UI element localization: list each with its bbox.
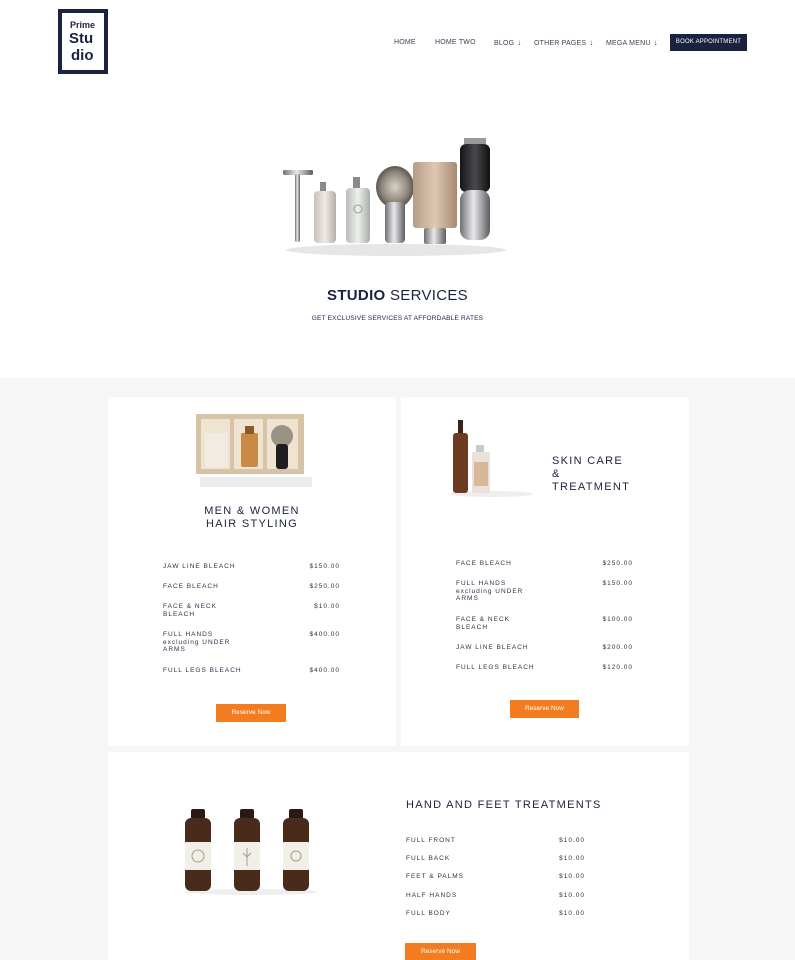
- service-price: $250.00: [309, 583, 340, 590]
- price-row: FULL LEGS BLEACH $120.00: [456, 664, 633, 672]
- service-price: $400.00: [309, 667, 340, 674]
- nav-home-two[interactable]: HOME TWO: [435, 36, 476, 50]
- price-row: FACE BLEACH $250.00: [456, 560, 633, 568]
- price-row: FACE & NECK BLEACH $10.00: [163, 603, 340, 618]
- reserve-now-button[interactable]: Reserve Now: [405, 943, 476, 960]
- logo-text-stu: Stu: [69, 30, 94, 47]
- price-row: HALF HANDS $10.00: [406, 892, 585, 900]
- nav-mega-menu[interactable]: MEGA MENU ↓: [606, 36, 658, 51]
- card-title: MEN & WOMEN HAIR STYLING: [108, 505, 396, 531]
- chevron-down-icon: ↓: [517, 38, 522, 47]
- service-price: $10.00: [559, 892, 585, 899]
- page-title: STUDIO SERVICES: [0, 287, 795, 304]
- nav-home[interactable]: HOME: [394, 36, 416, 50]
- price-row: FULL HANDS excluding UNDER ARMS $400.00: [163, 631, 340, 654]
- service-price: $120.00: [602, 664, 633, 671]
- site-logo[interactable]: Prime Stu dio: [58, 9, 108, 74]
- service-price: $100.00: [602, 616, 633, 623]
- service-card-hair-styling: MEN & WOMEN HAIR STYLING JAW LINE BLEACH…: [108, 397, 396, 746]
- nav-other-pages[interactable]: OTHER PAGES ↓: [534, 36, 593, 51]
- nav-blog[interactable]: BLOG ↓: [494, 36, 521, 51]
- service-card-hand-feet: HAND AND FEET TREATMENTS FULL FRONT $10.0…: [108, 752, 689, 960]
- price-row: FULL BACK $10.00: [406, 855, 585, 863]
- price-row: JAW LINE BLEACH $200.00: [456, 644, 633, 652]
- chevron-down-icon: ↓: [589, 38, 594, 47]
- service-name: FACE & NECK BLEACH: [163, 603, 217, 618]
- hero-grooming-products-image: [283, 138, 506, 256]
- skin-care-products-image: [450, 420, 534, 497]
- service-price: $10.00: [559, 910, 585, 917]
- service-price: $200.00: [602, 644, 633, 651]
- reserve-now-button[interactable]: Reserve Now: [216, 704, 286, 722]
- book-appointment-button[interactable]: BOOK APPOINTMENT: [670, 34, 747, 51]
- service-price: $150.00: [602, 580, 633, 587]
- card-title: SKIN CARE & TREATMENT: [552, 455, 637, 494]
- products-box-image: [196, 414, 312, 487]
- price-row: FACE BLEACH $250.00: [163, 583, 340, 591]
- service-price: $10.00: [559, 855, 585, 862]
- service-price: $250.00: [602, 560, 633, 567]
- service-price: $10.00: [559, 837, 585, 844]
- price-row: FULL LEGS BLEACH $400.00: [163, 667, 340, 675]
- price-row: FACE & NECK BLEACH $100.00: [456, 616, 633, 631]
- service-name: FULL HANDS excluding UNDER ARMS: [163, 631, 231, 653]
- reserve-now-button[interactable]: Reserve Now: [510, 700, 579, 718]
- price-row: FULL BODY $10.00: [406, 910, 585, 918]
- card-title-line1: MEN & WOMEN: [204, 505, 300, 517]
- page-subtitle: GET EXCLUSIVE SERVICES AT AFFORDABLE RAT…: [311, 315, 484, 322]
- card-title-line2: & TREATMENT: [552, 468, 631, 493]
- logo-text-prime: Prime: [70, 20, 96, 30]
- logo-text-dio: dio: [71, 47, 94, 64]
- price-row: FULL HANDS excluding UNDER ARMS $150.00: [456, 580, 633, 603]
- service-name: FACE & NECK BLEACH: [456, 616, 510, 631]
- card-title-line2: HAIR STYLING: [205, 518, 298, 530]
- page-title-bold: STUDIO: [327, 287, 386, 304]
- service-price: $10.00: [559, 873, 585, 880]
- price-row: JAW LINE BLEACH $150.00: [163, 563, 340, 571]
- service-price: $10.00: [314, 603, 340, 610]
- service-card-skin-care: SKIN CARE & TREATMENT FACE BLEACH $250.00…: [401, 397, 689, 746]
- page-title-rest: SERVICES: [389, 287, 468, 304]
- price-row: FEET & PALMS $10.00: [406, 873, 585, 881]
- service-price: $150.00: [309, 563, 340, 570]
- card-title-line1: SKIN CARE: [552, 455, 623, 467]
- service-price: $400.00: [309, 631, 340, 638]
- chevron-down-icon: ↓: [653, 38, 658, 47]
- amber-bottles-image: [185, 809, 317, 895]
- price-row: FULL FRONT $10.00: [406, 837, 585, 845]
- card-title: HAND AND FEET TREATMENTS: [406, 799, 602, 811]
- service-name: FULL HANDS excluding UNDER ARMS: [456, 580, 524, 602]
